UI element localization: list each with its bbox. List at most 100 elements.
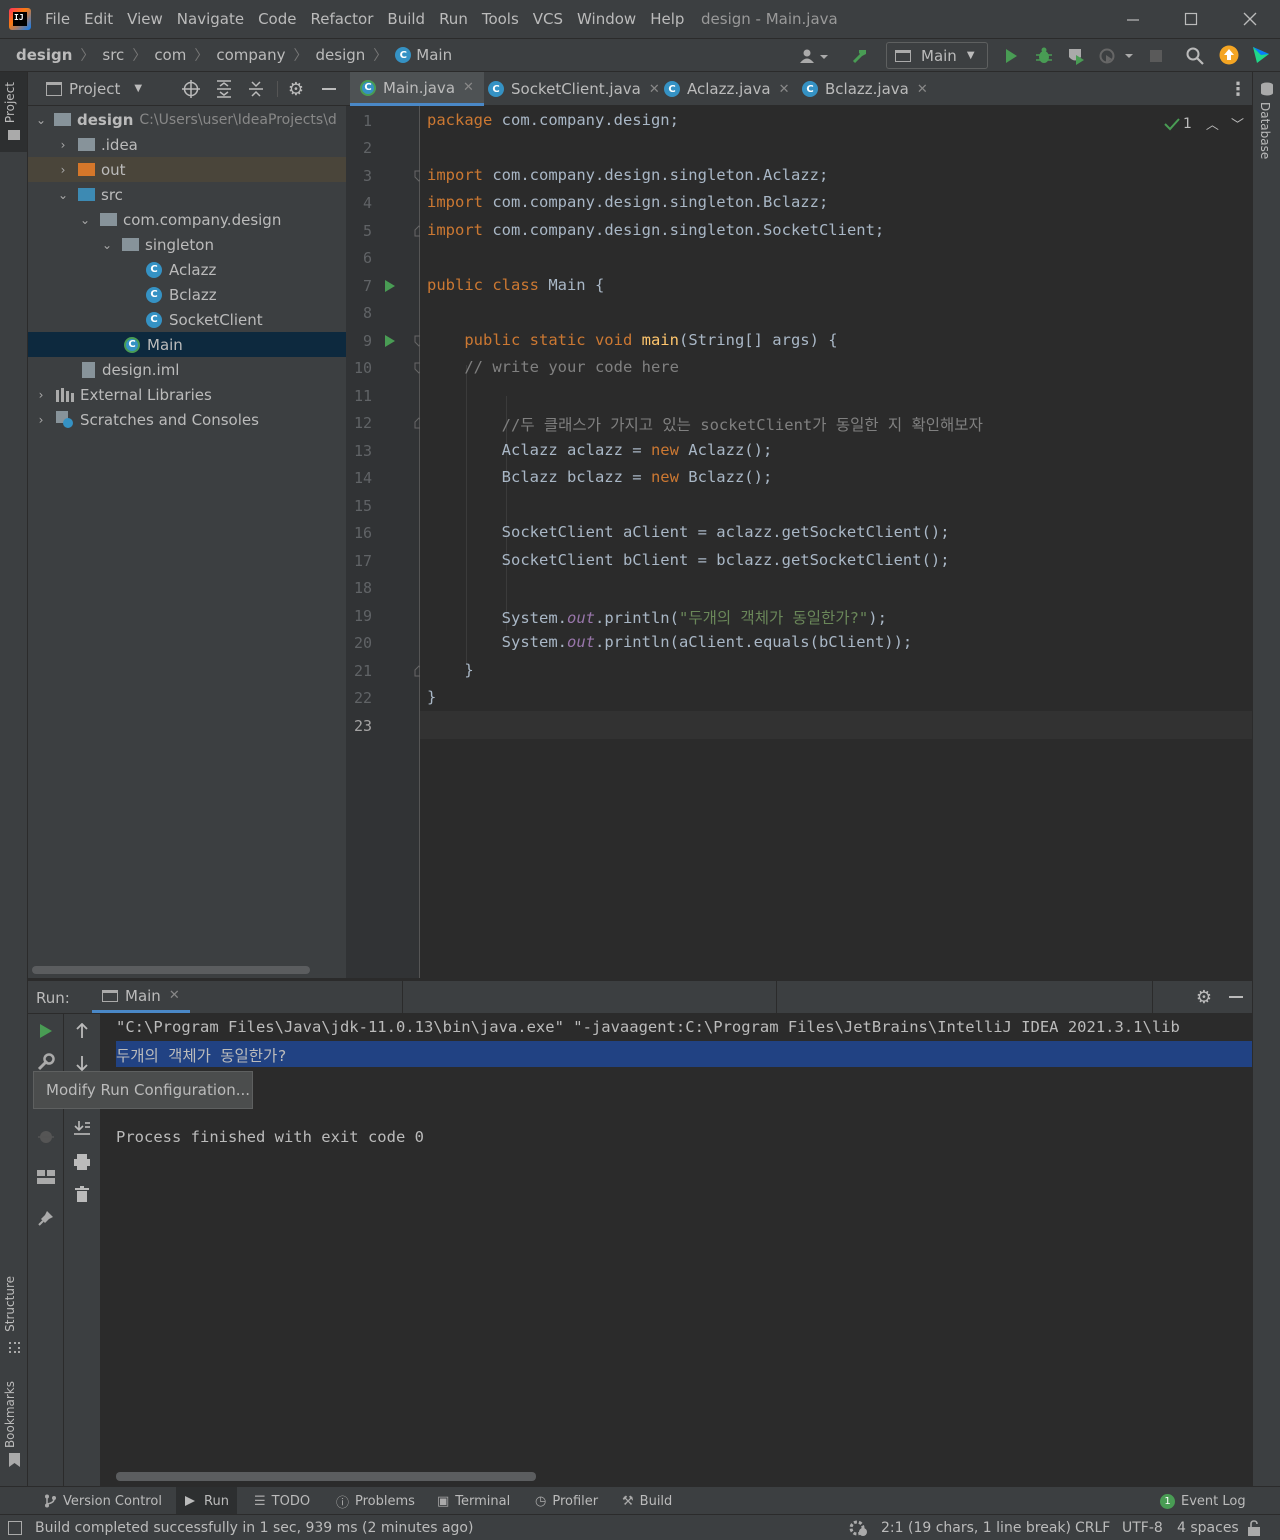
collapse-all-button[interactable]	[245, 78, 267, 100]
tab-bclazz-java[interactable]: C Bclazz.java ✕	[792, 72, 938, 106]
tool-profiler[interactable]: ◷ Profiler	[535, 1487, 598, 1515]
profile-button[interactable]	[1096, 45, 1136, 67]
database-tool-tab[interactable]: Database	[1253, 80, 1280, 170]
line-separator[interactable]: CRLF	[1075, 1515, 1110, 1540]
project-view-selector[interactable]: Project	[69, 80, 120, 98]
scroll-to-end-icon[interactable]	[74, 1120, 90, 1136]
horizontal-scrollbar[interactable]	[32, 966, 310, 974]
breadcrumb-company[interactable]: company	[216, 46, 285, 64]
run-gutter-icon[interactable]	[384, 279, 396, 293]
menu-tools[interactable]: Tools	[482, 10, 519, 28]
breadcrumb-com[interactable]: com	[154, 46, 186, 64]
print-icon[interactable]	[74, 1154, 90, 1170]
run-gutter-icon[interactable]	[384, 334, 396, 348]
tab-actions-button[interactable]: ⋮	[1228, 78, 1248, 100]
chevron-down-icon[interactable]: ▼	[134, 83, 142, 94]
tool-run[interactable]: Run	[176, 1487, 237, 1515]
chevron-right-icon[interactable]: ›	[34, 413, 48, 427]
menu-build[interactable]: Build	[387, 10, 425, 28]
tool-version-control[interactable]: Version Control	[44, 1487, 162, 1515]
tool-problems[interactable]: ⓘ Problems	[336, 1487, 415, 1515]
tree-item-socketclient[interactable]: C SocketClient	[28, 307, 346, 332]
tree-item-package[interactable]: ⌄ com.company.design	[28, 207, 346, 232]
breadcrumb-src[interactable]: src	[102, 46, 124, 64]
chevron-right-icon[interactable]: ›	[56, 163, 70, 177]
layout-icon[interactable]	[37, 1170, 55, 1184]
tree-item-src[interactable]: ⌄ src	[28, 182, 346, 207]
bookmarks-tool-tab[interactable]: Bookmarks	[0, 1377, 27, 1477]
close-window-button[interactable]	[1237, 8, 1263, 30]
close-tab-icon[interactable]: ✕	[169, 988, 180, 1003]
close-tab-icon[interactable]: ✕	[779, 82, 790, 97]
updates-button[interactable]	[1218, 44, 1240, 66]
select-opened-file-button[interactable]	[180, 78, 202, 100]
coverage-button[interactable]	[1065, 45, 1087, 67]
structure-tool-tab[interactable]: Structure	[0, 1272, 27, 1362]
panel-toggle-icon[interactable]	[8, 1521, 22, 1535]
tree-item-external-libraries[interactable]: › External Libraries	[28, 382, 346, 407]
debug-disabled-icon[interactable]	[37, 1128, 55, 1146]
wrench-icon[interactable]	[37, 1053, 55, 1071]
inspection-widget[interactable]: 1 ︿ ﹀	[1164, 114, 1244, 133]
tab-aclazz-java[interactable]: C Aclazz.java ✕	[654, 72, 799, 106]
tool-terminal[interactable]: ▣ Terminal	[437, 1487, 510, 1515]
tree-item-idea[interactable]: › .idea	[28, 132, 346, 157]
tree-item-scratches[interactable]: › Scratches and Consoles	[28, 407, 346, 432]
chevron-right-icon[interactable]: ›	[56, 138, 70, 152]
chevron-up-icon[interactable]: ︿	[1206, 114, 1219, 133]
chevron-down-icon[interactable]: ⌄	[78, 213, 92, 227]
chevron-down-icon[interactable]: ⌄	[100, 238, 114, 252]
status-message[interactable]: Build completed successfully in 1 sec, 9…	[8, 1515, 473, 1540]
console-horizontal-scrollbar[interactable]	[116, 1472, 536, 1481]
tool-event-log[interactable]: 1 Event Log	[1160, 1487, 1246, 1515]
tree-item-design-iml[interactable]: design.iml	[28, 357, 346, 382]
stop-button[interactable]	[1145, 45, 1167, 67]
menu-edit[interactable]: Edit	[84, 10, 113, 28]
menu-run[interactable]: Run	[439, 10, 468, 28]
run-console[interactable]: "C:\Program Files\Java\jdk-11.0.13\bin\j…	[101, 1014, 1252, 1486]
minimize-button[interactable]	[1120, 8, 1146, 30]
arrow-up-icon[interactable]	[75, 1023, 89, 1039]
menu-help[interactable]: Help	[650, 10, 684, 28]
read-only-toggle[interactable]	[1247, 1515, 1261, 1540]
arrow-down-icon[interactable]	[75, 1055, 89, 1071]
indent-setting[interactable]: 4 spaces	[1177, 1515, 1239, 1540]
chevron-down-icon[interactable]: ﹀	[1231, 114, 1244, 133]
trash-icon[interactable]	[75, 1186, 89, 1202]
rerun-icon[interactable]	[39, 1023, 53, 1039]
menu-file[interactable]: File	[45, 10, 70, 28]
maximize-button[interactable]	[1178, 8, 1204, 30]
tree-item-bclazz[interactable]: C Bclazz	[28, 282, 346, 307]
close-tab-icon[interactable]: ✕	[917, 82, 928, 97]
run-settings-button[interactable]: ⚙	[1193, 986, 1215, 1008]
tab-main-java[interactable]: C Main.java ✕	[350, 72, 484, 106]
menu-window[interactable]: Window	[577, 10, 636, 28]
tool-todo[interactable]: ☰ TODO	[254, 1487, 310, 1515]
tool-build[interactable]: ⚒ Build	[622, 1487, 672, 1515]
caret-position[interactable]: 2:1 (19 chars, 1 line break)	[881, 1515, 1071, 1540]
menu-navigate[interactable]: Navigate	[177, 10, 244, 28]
menu-vcs[interactable]: VCS	[533, 10, 563, 28]
expand-all-button[interactable]	[213, 78, 235, 100]
close-tab-icon[interactable]: ✕	[463, 80, 474, 95]
tab-socketclient-java[interactable]: C SocketClient.java ✕	[478, 72, 670, 106]
chevron-down-icon[interactable]: ⌄	[34, 113, 48, 127]
tree-item-singleton[interactable]: ⌄ singleton	[28, 232, 346, 257]
chevron-right-icon[interactable]: ›	[34, 388, 48, 402]
debug-button[interactable]	[1033, 45, 1055, 67]
chevron-down-icon[interactable]: ⌄	[56, 188, 70, 202]
run-tab-main[interactable]: Main ✕	[92, 981, 190, 1013]
file-encoding[interactable]: UTF-8	[1122, 1515, 1163, 1540]
user-account-button[interactable]	[797, 44, 831, 68]
build-project-button[interactable]	[848, 44, 872, 68]
breadcrumb-design[interactable]: design	[16, 46, 72, 64]
menu-refactor[interactable]: Refactor	[310, 10, 373, 28]
menu-code[interactable]: Code	[258, 10, 296, 28]
tree-item-aclazz[interactable]: C Aclazz	[28, 257, 346, 282]
menu-view[interactable]: View	[127, 10, 163, 28]
project-tool-tab[interactable]: Project	[0, 72, 27, 152]
tree-item-out[interactable]: › out	[28, 157, 346, 182]
breadcrumb-main[interactable]: Main	[416, 46, 452, 64]
pin-icon[interactable]	[38, 1210, 54, 1226]
hide-run-panel-button[interactable]	[1225, 986, 1247, 1008]
